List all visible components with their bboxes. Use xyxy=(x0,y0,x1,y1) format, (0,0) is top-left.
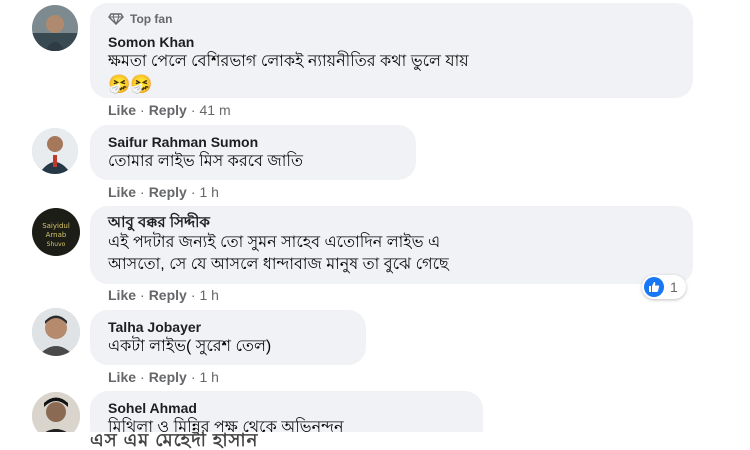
badge-label: Top fan xyxy=(130,12,173,26)
top-fan-badge: Top fan xyxy=(108,11,679,27)
reply-link[interactable]: Reply xyxy=(149,369,187,385)
like-link[interactable]: Like xyxy=(108,369,136,385)
comment-time[interactable]: 41 m xyxy=(199,102,230,118)
reply-link[interactable]: Reply xyxy=(149,102,187,118)
comment-text: ক্ষমতা পেলে বেশিরভাগ লোকই ন্যায়নীতির কথ… xyxy=(108,53,469,70)
svg-text:Shuvo: Shuvo xyxy=(47,241,66,248)
reaction-summary[interactable]: 1 xyxy=(642,275,686,299)
reply-link[interactable]: Reply xyxy=(149,287,187,303)
comment-text: তোমার লাইভ মিস করবে জাতি xyxy=(108,153,303,170)
comment-bubble: আবু বক্কর সিদ্দীক এই পদটার জন্যই তো সুমন… xyxy=(90,206,693,284)
comment-bubble: Talha Jobayer একটা লাইভ( সুরেশ তেল) xyxy=(90,310,366,365)
comment-time[interactable]: 1 h xyxy=(199,369,218,385)
comment-author[interactable]: Somon Khan xyxy=(108,33,679,51)
overlay-caption-strip: এস এম মেহেদী হাসান xyxy=(0,432,750,450)
avatar[interactable] xyxy=(32,128,78,174)
comment-time[interactable]: 1 h xyxy=(199,184,218,200)
like-reaction-icon xyxy=(644,277,664,297)
comment-actions: Like · Reply · 1 h xyxy=(108,287,219,303)
reply-link[interactable]: Reply xyxy=(149,184,187,200)
like-link[interactable]: Like xyxy=(108,287,136,303)
overlay-caption: এস এম মেহেদী হাসান xyxy=(90,432,259,450)
comment-text-line: এই পদটার জন্যই তো সুমন সাহেব এতোদিন লাইভ… xyxy=(108,234,441,251)
svg-text:Saiyidul: Saiyidul xyxy=(42,222,70,230)
comment-bubble: Saifur Rahman Sumon তোমার লাইভ মিস করবে … xyxy=(90,125,416,180)
comment-author[interactable]: আবু বক্কর সিদ্দীক xyxy=(108,214,679,232)
comment-text: একটা লাইভ( সুরেশ তেল) xyxy=(108,338,272,355)
svg-text:Arnab: Arnab xyxy=(46,231,67,239)
avatar[interactable] xyxy=(32,308,80,356)
like-link[interactable]: Like xyxy=(108,102,136,118)
comment-author[interactable]: Saifur Rahman Sumon xyxy=(108,133,402,151)
comment-author[interactable]: Sohel Ahmad xyxy=(108,399,469,417)
comment-author[interactable]: Talha Jobayer xyxy=(108,318,352,336)
comment-text-line: আসতো, সে যে আসলে ধান্দাবাজ মানুষ তা বুঝে… xyxy=(108,256,449,273)
reaction-count: 1 xyxy=(670,279,678,295)
comment-time[interactable]: 1 h xyxy=(199,287,218,303)
comment-emoji: 🤧🤧 xyxy=(108,74,153,94)
avatar[interactable]: Saiyidul Arnab Shuvo xyxy=(32,208,80,256)
diamond-icon xyxy=(108,13,124,25)
comment-bubble: Top fan Somon Khan ক্ষমতা পেলে বেশিরভাগ … xyxy=(90,3,693,98)
comment-actions: Like · Reply · 1 h xyxy=(108,184,219,200)
comment-actions: Like · Reply · 1 h xyxy=(108,369,219,385)
avatar[interactable] xyxy=(32,5,78,51)
comment-actions: Like · Reply · 41 m xyxy=(108,102,231,118)
like-link[interactable]: Like xyxy=(108,184,136,200)
